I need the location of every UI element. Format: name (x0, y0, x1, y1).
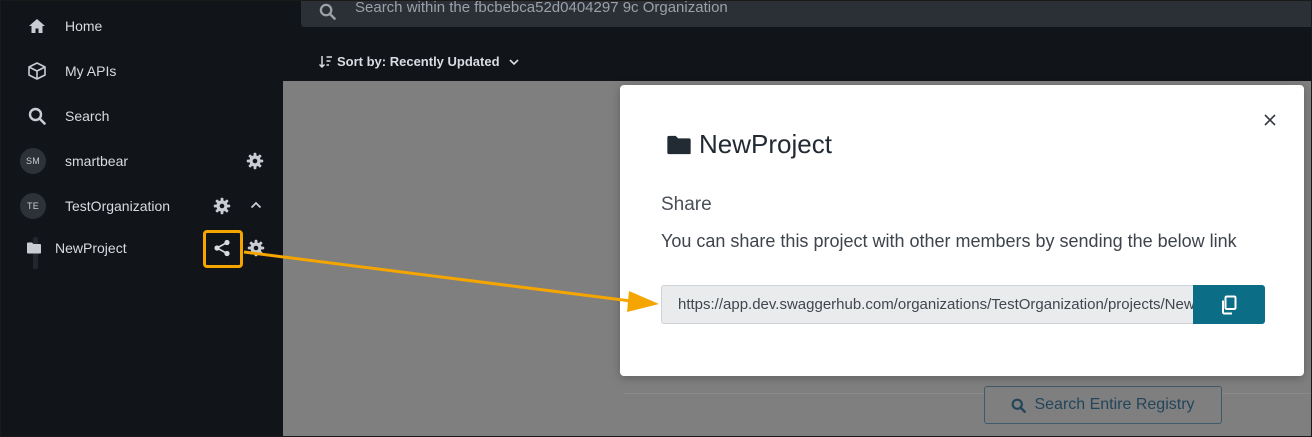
gear-icon[interactable] (213, 197, 231, 215)
sidebar-item-home[interactable]: Home (1, 6, 283, 46)
copy-icon (1222, 295, 1237, 314)
share-heading: Share (661, 194, 712, 215)
copy-button[interactable] (1193, 285, 1265, 324)
sidebar: Home My APIs Search SM smartbear TE Test… (1, 1, 283, 436)
folder-icon (23, 237, 45, 259)
topbar: Search within the fbcbebca52d0404297 9c … (283, 0, 1311, 81)
sort-icon (319, 55, 332, 68)
folder-icon (667, 135, 691, 154)
sidebar-org-smartbear[interactable]: SM smartbear (1, 141, 283, 181)
sort-label: Sort by: Recently Updated (337, 54, 500, 69)
sidebar-org-testorganization[interactable]: TE TestOrganization (1, 186, 283, 226)
share-link-field[interactable]: https://app.dev.swaggerhub.com/organizat… (661, 285, 1193, 324)
sidebar-item-label: Search (65, 108, 110, 124)
share-description: You can share this project with other me… (661, 231, 1237, 251)
modal-title: NewProject (667, 129, 832, 160)
search-placeholder: Search within the fbcbebca52d0404297 9c … (355, 0, 728, 16)
search-icon (1012, 398, 1027, 413)
modal-title-text: NewProject (699, 129, 832, 159)
sidebar-item-my-apis[interactable]: My APIs (1, 51, 283, 91)
cube-icon (26, 60, 48, 82)
gear-icon[interactable] (246, 152, 264, 170)
search-registry-button[interactable]: Search Entire Registry (984, 386, 1222, 424)
chevron-down-icon (508, 58, 519, 65)
sidebar-item-label: smartbear (65, 153, 129, 169)
home-icon (26, 15, 48, 37)
search-registry-label: Search Entire Registry (1034, 396, 1195, 413)
search-icon (319, 3, 336, 25)
annotation-highlight-box (203, 230, 243, 268)
close-icon[interactable] (1264, 113, 1278, 127)
chevron-up-icon[interactable] (249, 198, 267, 216)
search-icon (26, 105, 48, 127)
avatar: TE (20, 193, 46, 219)
sort-dropdown[interactable]: Sort by: Recently Updated (319, 54, 520, 69)
sidebar-item-label: Home (65, 18, 103, 34)
search-input[interactable]: Search within the fbcbebca52d0404297 9c … (301, 0, 1311, 27)
app-window: Home My APIs Search SM smartbear TE Test… (0, 0, 1312, 437)
avatar: SM (20, 148, 46, 174)
sidebar-item-label: NewProject (55, 240, 127, 256)
sidebar-item-search[interactable]: Search (1, 96, 283, 136)
sidebar-item-label: TestOrganization (65, 198, 171, 214)
gear-icon[interactable] (247, 239, 265, 257)
share-modal: NewProject Share You can share this proj… (620, 85, 1304, 376)
sidebar-item-label: My APIs (65, 63, 117, 79)
